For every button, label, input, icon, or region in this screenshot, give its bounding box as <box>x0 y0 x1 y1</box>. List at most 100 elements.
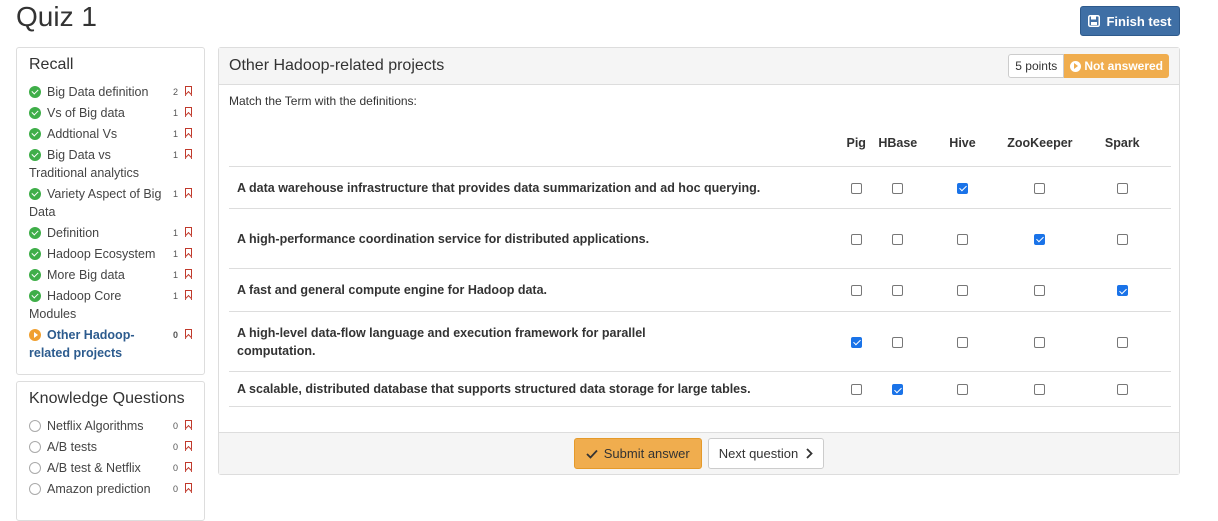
recall-question-list: Big Data definition 2 Vs of Big data 1 Addti… <box>17 81 204 369</box>
bookmark-icon[interactable] <box>185 188 192 198</box>
nav-question-item[interactable]: A/B test & Netflix 0 <box>25 457 196 478</box>
bookmark-icon[interactable] <box>185 149 192 159</box>
checkbox-cell <box>918 371 1007 407</box>
nav-question-item[interactable]: Big Data definition 2 <box>25 81 196 102</box>
nav-question-count: 1 <box>172 189 178 199</box>
nav-question-label: Definition <box>47 226 100 240</box>
knowledge-panel-title: Knowledge Questions <box>29 390 185 407</box>
check-circle-icon <box>29 227 41 239</box>
recall-panel: Recall Big Data definition 2 Vs of Big dat… <box>16 47 205 375</box>
nav-question-item[interactable]: Amazon prediction 0 <box>25 478 196 499</box>
nav-question-item[interactable]: A/B tests 0 <box>25 436 196 457</box>
empty-circle-icon <box>29 420 41 432</box>
bookmark-icon[interactable] <box>185 329 192 339</box>
submit-answer-button[interactable]: Submit answer <box>573 438 702 469</box>
nav-question-item[interactable]: Definition 1 <box>25 222 196 243</box>
check-icon <box>586 449 598 459</box>
bookmark-icon[interactable] <box>185 227 192 237</box>
column-header: Hive <box>918 120 1007 167</box>
match-checkbox[interactable] <box>850 233 862 245</box>
bookmark-icon[interactable] <box>185 420 192 430</box>
save-icon <box>1088 15 1101 27</box>
question-footer: Submit answer Next question <box>219 432 1179 474</box>
finish-test-button[interactable]: Finish test <box>1080 6 1180 36</box>
check-circle-icon <box>29 128 41 140</box>
match-checkbox[interactable] <box>1034 182 1046 194</box>
nav-question-count: 1 <box>172 270 178 280</box>
match-checkbox[interactable] <box>957 336 968 348</box>
nav-question-item[interactable]: Addtional Vs 1 <box>25 123 196 144</box>
match-checkbox[interactable] <box>1116 336 1128 348</box>
checkbox-cell <box>1006 208 1074 269</box>
matching-table-body: A data warehouse infrastructure that pro… <box>229 166 1171 407</box>
checkbox-cell <box>876 268 919 312</box>
column-header: Pig <box>835 120 877 167</box>
nav-question-count: 1 <box>172 108 178 118</box>
definition-text: A high-level data-flow language and exec… <box>237 325 646 358</box>
table-row: A scalable, distributed database that su… <box>229 371 1171 407</box>
match-checkbox[interactable] <box>892 285 904 297</box>
nav-question-item[interactable]: Vs of Big data 1 <box>25 102 196 123</box>
matching-table-header: Pig HBase Hive ZooKeeper Spark <box>229 120 1171 167</box>
bookmark-icon[interactable] <box>185 462 192 472</box>
column-header: ZooKeeper <box>1006 120 1074 167</box>
knowledge-question-list: Netflix Algorithms 0 A/B tests 0 A/B test & … <box>17 415 204 505</box>
nav-question-label: Variety Aspect of Big Data <box>29 187 162 219</box>
nav-question-item[interactable]: Variety Aspect of Big Data 1 <box>25 183 196 222</box>
bookmark-icon[interactable] <box>185 107 192 117</box>
submit-answer-label: Submit answer <box>603 446 690 461</box>
match-checkbox[interactable] <box>957 285 968 297</box>
match-checkbox[interactable] <box>850 285 862 297</box>
bookmark-icon[interactable] <box>185 290 192 300</box>
nav-question-count: 0 <box>172 421 178 431</box>
match-checkbox[interactable] <box>1116 233 1128 245</box>
checkbox-cell <box>876 166 919 209</box>
match-checkbox[interactable] <box>1034 233 1046 245</box>
check-circle-icon <box>29 248 41 260</box>
match-checkbox[interactable] <box>1034 285 1046 297</box>
match-checkbox[interactable] <box>957 182 968 194</box>
nav-question-item[interactable]: Hadoop Core Modules 1 <box>25 285 196 324</box>
match-checkbox[interactable] <box>850 384 862 396</box>
match-checkbox[interactable] <box>892 384 904 396</box>
nav-question-label: Hadoop Ecosystem <box>47 247 156 261</box>
definition-text: A data warehouse infrastructure that pro… <box>237 180 761 195</box>
match-checkbox[interactable] <box>850 336 862 348</box>
definition-cell: A high-level data-flow language and exec… <box>229 311 836 372</box>
bookmark-icon[interactable] <box>185 86 192 96</box>
nav-question-label: More Big data <box>47 268 125 282</box>
match-checkbox[interactable] <box>892 336 904 348</box>
match-checkbox[interactable] <box>1116 384 1128 396</box>
bookmark-icon[interactable] <box>185 441 192 451</box>
match-checkbox[interactable] <box>892 182 904 194</box>
checkbox-cell <box>1006 311 1074 372</box>
match-checkbox[interactable] <box>1034 384 1046 396</box>
checkbox-cell <box>876 208 919 269</box>
match-checkbox[interactable] <box>957 384 968 396</box>
nav-question-item[interactable]: Other Hadoop-related projects 0 <box>25 324 196 363</box>
match-checkbox[interactable] <box>1116 285 1128 297</box>
match-checkbox[interactable] <box>957 233 968 245</box>
checkbox-cell <box>1073 208 1171 269</box>
nav-question-item[interactable]: Big Data vs Traditional analytics 1 <box>25 144 196 183</box>
bookmark-icon[interactable] <box>185 483 192 493</box>
checkbox-cell <box>835 268 877 312</box>
match-checkbox[interactable] <box>850 182 862 194</box>
check-circle-icon <box>29 269 41 281</box>
bookmark-icon[interactable] <box>185 269 192 279</box>
bookmark-icon[interactable] <box>185 128 192 138</box>
next-question-button[interactable]: Next question <box>707 438 825 469</box>
match-checkbox[interactable] <box>892 233 904 245</box>
match-checkbox[interactable] <box>1116 182 1128 194</box>
checkbox-cell <box>1006 371 1074 407</box>
nav-question-count: 0 <box>172 484 178 494</box>
nav-question-item[interactable]: Hadoop Ecosystem 1 <box>25 243 196 264</box>
empty-circle-icon <box>29 441 41 453</box>
nav-question-label: Big Data definition <box>47 85 149 99</box>
question-title: Other Hadoop-related projects <box>229 57 445 74</box>
match-checkbox[interactable] <box>1034 336 1046 348</box>
nav-question-count: 1 <box>172 150 178 160</box>
nav-question-item[interactable]: More Big data 1 <box>25 264 196 285</box>
nav-question-item[interactable]: Netflix Algorithms 0 <box>25 415 196 436</box>
bookmark-icon[interactable] <box>185 248 192 258</box>
